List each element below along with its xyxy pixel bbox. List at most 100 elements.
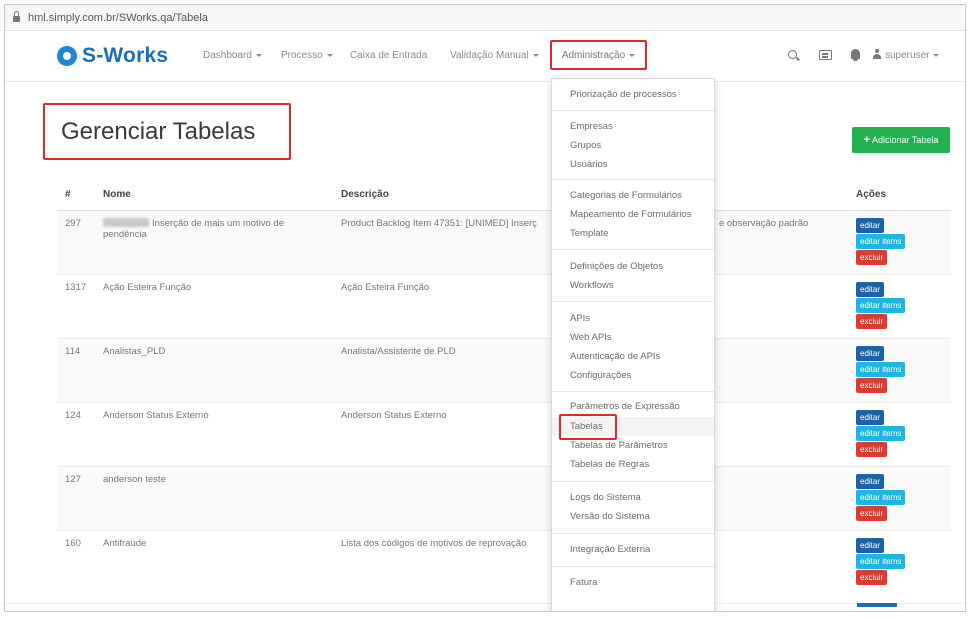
table-row: 160 Antifraude Lista dos códigos de moti…: [57, 529, 951, 594]
menu-divider: [552, 533, 714, 534]
table-header-row: # Nome Descrição Ações: [57, 180, 951, 211]
menu-item-mapeamento-formularios[interactable]: Mapeamento de Formulários: [552, 205, 714, 224]
add-table-button[interactable]: + Adicionar Tabela: [852, 127, 950, 153]
menu-item-tabelas-regras[interactable]: Tabelas de Regras: [552, 455, 714, 474]
keyboard-icon[interactable]: [819, 50, 832, 60]
browser-window: hml.simply.com.br/SWorks.qa/Tabela S-Wor…: [4, 4, 966, 612]
row-descricao-tail: e observação padrão: [719, 217, 809, 229]
edit-items-button[interactable]: editar items: [856, 489, 906, 505]
edit-button[interactable]: editar: [856, 281, 885, 297]
edit-items-button[interactable]: editar items: [856, 553, 906, 569]
nav-administracao[interactable]: Administração: [550, 40, 647, 70]
administracao-dropdown-menu: Priorização de processos Empresas Grupos…: [551, 78, 715, 611]
edit-items-button[interactable]: editar items: [856, 361, 906, 377]
delete-button[interactable]: excluir: [856, 377, 888, 393]
caret-down-icon: [326, 53, 333, 57]
row-nome: Antifraude: [95, 529, 333, 594]
address-bar[interactable]: hml.simply.com.br/SWorks.qa/Tabela: [5, 5, 965, 31]
table-row: 1317 Ação Esteira Função Ação Esteira Fu…: [57, 273, 951, 338]
row-actions: editar editar items excluir: [848, 273, 951, 338]
delete-button[interactable]: excluir: [856, 249, 888, 265]
row-id: 124: [57, 401, 95, 466]
bell-icon[interactable]: [851, 49, 860, 61]
url-text[interactable]: hml.simply.com.br/SWorks.qa/Tabela: [28, 12, 208, 24]
menu-divider: [552, 481, 714, 482]
row-actions: editar editar items excluir: [848, 465, 951, 530]
nav-administracao-label: Administração: [561, 49, 626, 61]
brand-name: S-Works: [82, 44, 169, 67]
bottom-scroll-area[interactable]: [5, 603, 965, 611]
edit-button[interactable]: editar: [856, 537, 885, 553]
edit-items-button[interactable]: editar items: [856, 233, 906, 249]
menu-divider: [552, 301, 714, 302]
menu-item-empresas[interactable]: Empresas: [552, 117, 714, 136]
user-menu[interactable]: superuser: [885, 50, 940, 61]
menu-item-categorias-formularios[interactable]: Categorias de Formulários: [552, 186, 714, 205]
menu-item-autenticacao-apis[interactable]: Autenticação de APIs: [552, 347, 714, 366]
nav-dashboard[interactable]: Dashboard: [203, 50, 262, 61]
brand-logo[interactable]: S-Works: [57, 44, 168, 68]
add-table-label: Adicionar Tabela: [872, 135, 939, 145]
table-row: 114 Analistas_PLD Analista/Assistente de…: [57, 337, 951, 402]
caret-down-icon: [532, 53, 539, 57]
nav-processo-label: Processo: [281, 50, 323, 61]
edit-button[interactable]: editar: [856, 473, 885, 489]
nav-caixa-de-entrada[interactable]: Caixa de Entrada: [350, 50, 427, 61]
menu-item-priorizacao[interactable]: Priorização de processos: [552, 85, 714, 104]
delete-button[interactable]: excluir: [856, 313, 888, 329]
menu-item-versao-sistema[interactable]: Versão do Sistema: [552, 507, 714, 526]
delete-button[interactable]: excluir: [856, 505, 888, 521]
row-id: 1317: [57, 273, 95, 338]
user-icon[interactable]: [873, 49, 881, 60]
column-nome-header[interactable]: Nome: [95, 180, 333, 211]
row-nome: Inserção de mais um motivo de pendência: [95, 209, 333, 274]
menu-item-usuarios[interactable]: Usuários: [552, 155, 714, 174]
menu-item-logs-sistema[interactable]: Logs do Sistema: [552, 488, 714, 507]
delete-button[interactable]: excluir: [856, 441, 888, 457]
menu-item-definicoes-objetos[interactable]: Definições de Objetos: [552, 257, 714, 276]
tabelas-highlight-box: [559, 414, 617, 440]
edit-button[interactable]: editar: [856, 217, 885, 233]
menu-item-integracao-externa[interactable]: Integração Externa: [552, 540, 714, 559]
row-nome: anderson teste: [95, 465, 333, 530]
next-row-edit-button-edge[interactable]: [857, 603, 897, 607]
edit-items-button[interactable]: editar items: [856, 425, 906, 441]
tables-table: # Nome Descrição Ações 297 Inserção de m…: [57, 180, 951, 610]
caret-down-icon: [255, 53, 262, 57]
column-acoes-header: Ações: [848, 180, 951, 211]
table-row: 127 anderson teste editar editar items e…: [57, 465, 951, 530]
caret-down-icon: [629, 53, 636, 57]
nav-caixa-label: Caixa de Entrada: [350, 50, 428, 61]
nav-validacao-manual[interactable]: Validação Manual: [450, 50, 539, 61]
delete-button[interactable]: excluir: [856, 569, 888, 585]
menu-item-template[interactable]: Template: [552, 224, 714, 243]
edit-items-button[interactable]: editar items: [856, 297, 906, 313]
row-nome: Anderson Status Externo: [95, 401, 333, 466]
menu-item-workflows[interactable]: Workflows: [552, 276, 714, 295]
menu-divider: [552, 110, 714, 111]
table-row: 297 Inserção de mais um motivo de pendên…: [57, 209, 951, 274]
user-name: superuser: [885, 50, 930, 61]
row-actions: editar editar items excluir: [848, 529, 951, 594]
row-id: 297: [57, 209, 95, 274]
menu-item-configuracoes[interactable]: Configurações: [552, 366, 714, 385]
menu-item-apis[interactable]: APIs: [552, 309, 714, 328]
row-id: 127: [57, 465, 95, 530]
row-actions: editar editar items excluir: [848, 337, 951, 402]
edit-button[interactable]: editar: [856, 409, 885, 425]
menu-divider: [552, 249, 714, 250]
nav-processo[interactable]: Processo: [281, 50, 333, 61]
row-nome: Ação Esteira Função: [95, 273, 333, 338]
menu-item-web-apis[interactable]: Web APIs: [552, 328, 714, 347]
plus-icon: +: [863, 134, 871, 146]
page-title-box: Gerenciar Tabelas: [43, 103, 291, 160]
nav-validacao-label: Validação Manual: [450, 50, 529, 61]
menu-item-fatura[interactable]: Fatura: [552, 573, 714, 592]
lock-icon: [13, 11, 20, 22]
top-navbar: S-Works Dashboard Processo Caixa de Entr…: [5, 32, 965, 82]
edit-button[interactable]: editar: [856, 345, 885, 361]
search-icon[interactable]: [788, 50, 797, 59]
menu-item-grupos[interactable]: Grupos: [552, 136, 714, 155]
row-id: 160: [57, 529, 95, 594]
row-descricao-text: Product Backlog Item 47351: [UNIMED] Ins…: [341, 217, 537, 229]
